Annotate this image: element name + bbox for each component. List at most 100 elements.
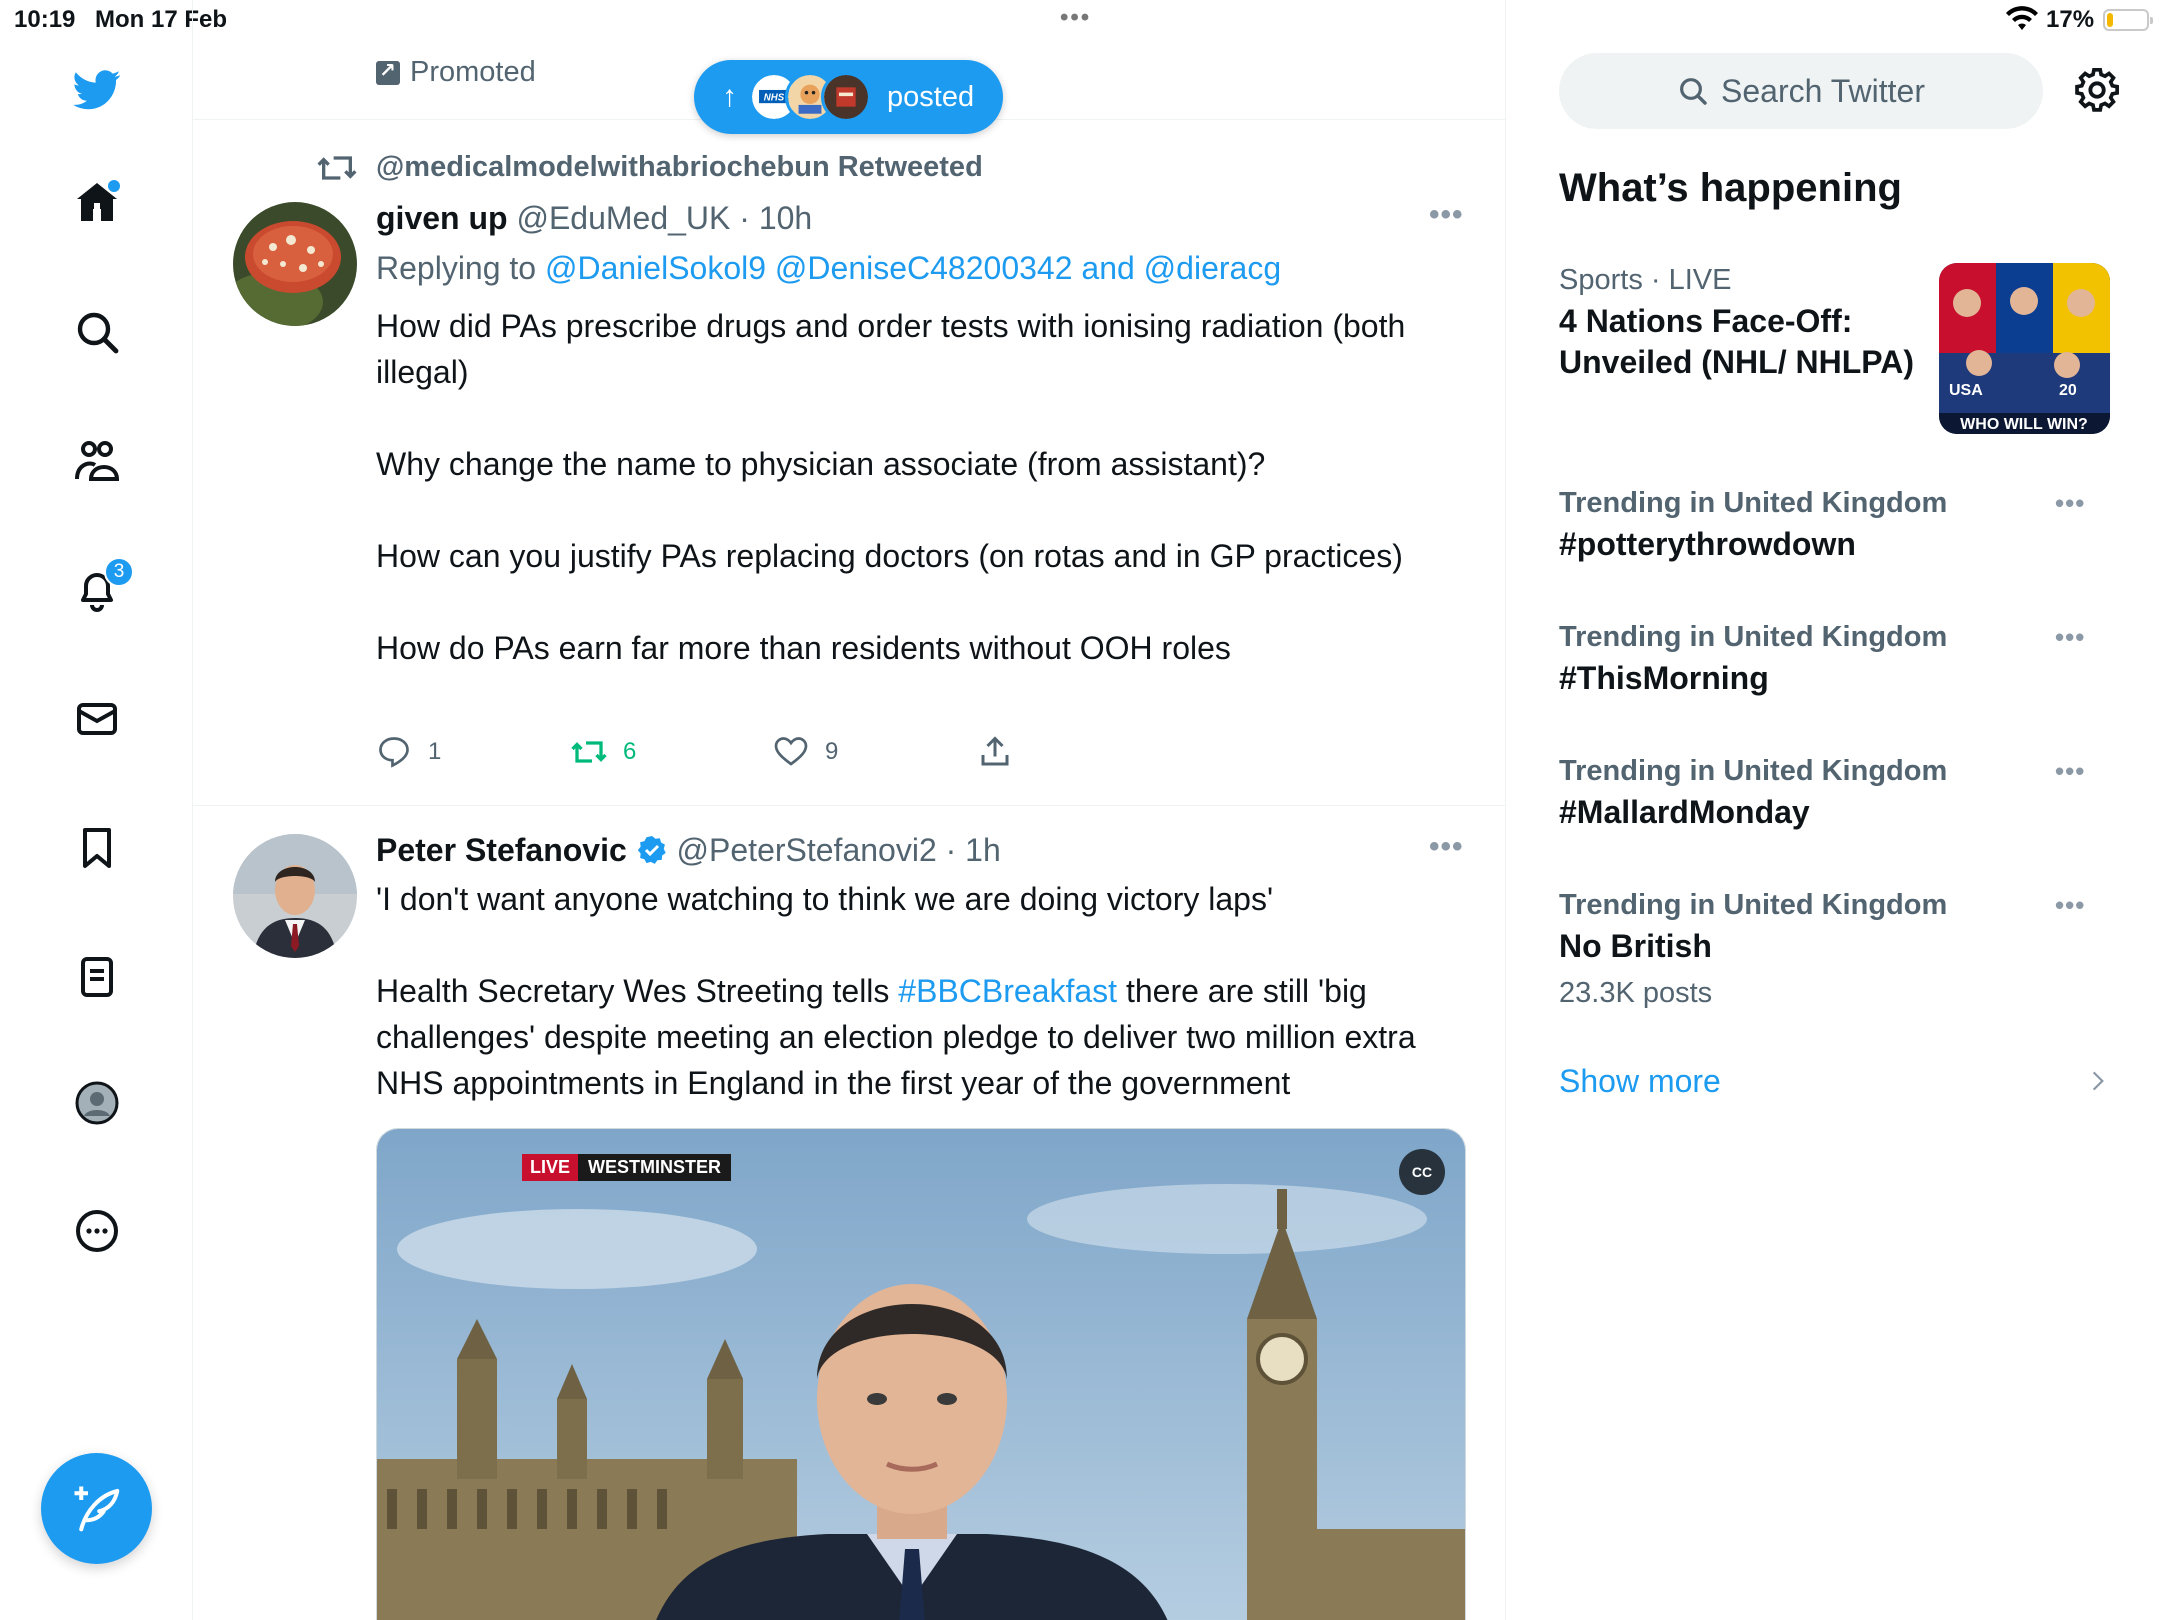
notifications-nav-button[interactable]: 3 (62, 555, 134, 625)
author-handle[interactable]: @EduMed_UK (516, 200, 730, 236)
tweet-paragraph: Why change the name to physician associa… (376, 446, 1266, 482)
tweet-more-button[interactable]: ••• (1429, 198, 1464, 232)
thumbnail-caption: WHO WILL WIN? (1960, 416, 2088, 433)
share-icon (981, 736, 1009, 766)
trend-item[interactable]: Trending in United Kingdom #ThisMorning (1559, 621, 2109, 699)
hashtag-link[interactable]: #BBCBreakfast (898, 973, 1117, 1009)
search-icon (1680, 78, 1707, 105)
trend-title: No British (1559, 928, 1712, 964)
tweet-time[interactable]: 10h (759, 200, 812, 236)
retweet-count: 6 (623, 738, 637, 765)
trend-category-text: Trending in United Kingdom (1559, 889, 1948, 921)
svg-text:USA: USA (1949, 382, 1983, 399)
replying-to-prefix: Replying to (376, 250, 537, 286)
whats-happening-title: What’s happening (1559, 166, 1902, 210)
replying-to: Replying to @DanielSokol9 @DeniseC482003… (376, 250, 1281, 287)
avatar-given-up[interactable] (233, 202, 357, 326)
retweet-icon (317, 156, 357, 180)
mention-link[interactable]: @DeniseC48200342 (775, 250, 1073, 286)
separator: · (730, 200, 759, 236)
tweet[interactable]: @medicalmodelwithabriochebun Retweeted g… (193, 120, 1505, 805)
tweet-paragraph: Health Secretary Wes Streeting tells #BB… (376, 968, 1466, 1106)
bookmark-icon (83, 828, 111, 868)
timeline: Promoted ↑ NHS posted @medicalmodelwitha… (193, 0, 1506, 1620)
svg-text:20: 20 (2059, 382, 2077, 399)
show-more-link[interactable]: Show more (1559, 1063, 1721, 1100)
more-nav-button[interactable] (62, 1196, 132, 1266)
chevron-right-icon[interactable] (2085, 1066, 2111, 1096)
heart-icon (774, 737, 808, 766)
location-label: WESTMINSTER (578, 1154, 732, 1181)
trend-category: Trending in United Kingdom (1559, 755, 2109, 788)
tweet-header: Peter Stefanovic @PeterStefanovi2 · 1h (376, 832, 1001, 869)
home-nav-button[interactable] (62, 168, 132, 238)
mention-and[interactable]: and (1081, 250, 1134, 286)
tweet-more-button[interactable]: ••• (1429, 830, 1464, 864)
tweet-text: How did PAs prescribe drugs and order te… (376, 303, 1466, 671)
tweet-video[interactable]: LIVE WESTMINSTER CC (376, 1128, 1466, 1620)
avatar-peter-stefanovic[interactable] (233, 834, 357, 958)
trend-title: 4 Nations Face-Off: Unveiled (NHL/ NHLPA… (1559, 303, 1914, 380)
trend-more-button[interactable]: ••• (2055, 622, 2085, 653)
tweet-paragraph: How did PAs prescribe drugs and order te… (376, 308, 1406, 390)
trend-item[interactable]: Trending in United Kingdom #MallardMonda… (1559, 755, 2109, 833)
author-handle[interactable]: @PeterStefanovi2 (677, 832, 937, 868)
hockey-players-image: USA 20 WHO WILL WIN? (1939, 263, 2110, 434)
new-posts-label: posted (887, 80, 975, 113)
lists-nav-button[interactable] (62, 942, 132, 1012)
trend-post-count: 23.3K posts (1559, 977, 1713, 1009)
trend-category-text: Trending in United Kingdom (1559, 621, 1948, 653)
home-unread-dot (108, 180, 120, 192)
tweet-paragraph: 'I don't want anyone watching to think w… (376, 881, 1274, 917)
promoted-icon (376, 58, 400, 85)
twitter-logo-icon[interactable] (62, 55, 132, 125)
notifications-badge: 3 (104, 557, 134, 587)
verified-badge-icon (637, 836, 666, 864)
pill-avatar-poster (821, 72, 871, 122)
gear-icon[interactable] (2075, 68, 2121, 114)
feather-plus-icon (74, 1486, 119, 1531)
tweet-paragraph: How can you justify PAs replacing doctor… (376, 538, 1403, 574)
profile-nav-button[interactable] (62, 1068, 132, 1138)
share-button[interactable] (977, 734, 1013, 770)
mention-link[interactable]: @dieracg (1144, 250, 1281, 286)
trend-category-text: Sports (1559, 264, 1643, 296)
author-name[interactable]: given up (376, 200, 508, 236)
promoted-label: Promoted (376, 56, 536, 89)
explore-nav-button[interactable] (62, 297, 132, 367)
trend-thumbnail[interactable]: USA 20 WHO WILL WIN? (1939, 263, 2110, 434)
live-badge: LIVE WESTMINSTER (522, 1154, 732, 1181)
more-circle-icon (76, 1210, 118, 1252)
profile-avatar-icon (75, 1081, 119, 1125)
trend-category-text: Trending in United Kingdom (1559, 487, 1948, 519)
trend-more-button[interactable]: ••• (2055, 756, 2085, 787)
tweet-time[interactable]: 1h (965, 832, 1001, 868)
right-sidebar: Search Twitter What’s happening Sports ·… (1507, 0, 2160, 1620)
search-placeholder: Search Twitter (1721, 72, 1925, 109)
promoted-text: Promoted (410, 56, 536, 88)
trend-more-button[interactable]: ••• (2055, 890, 2085, 921)
trend-more-button[interactable]: ••• (2055, 488, 2085, 519)
communities-nav-button[interactable] (62, 426, 132, 496)
retweet-button[interactable]: 6 (571, 734, 636, 770)
search-icon (77, 312, 119, 354)
author-name[interactable]: Peter Stefanovic (376, 832, 627, 868)
mention-link[interactable]: @DanielSokol9 (545, 250, 766, 286)
compose-tweet-button[interactable] (41, 1453, 152, 1564)
search-input[interactable]: Search Twitter (1559, 53, 2043, 129)
retweeted-by[interactable]: @medicalmodelwithabriochebun Retweeted (376, 151, 983, 184)
messages-nav-button[interactable] (62, 684, 132, 754)
trend-category-text: Trending in United Kingdom (1559, 755, 1948, 787)
trend-title: #ThisMorning (1559, 660, 1769, 696)
trend-item[interactable]: Sports · LIVE 4 Nations Face-Off: Unveil… (1559, 264, 1939, 383)
bookmarks-nav-button[interactable] (62, 813, 132, 883)
mail-icon (77, 703, 117, 735)
trend-item[interactable]: Trending in United Kingdom #potterythrow… (1559, 487, 2109, 565)
live-label: LIVE (522, 1154, 579, 1181)
trend-item[interactable]: Trending in United Kingdom No British 23… (1559, 889, 2109, 1010)
closed-captions-button[interactable]: CC (1399, 1149, 1445, 1195)
like-button[interactable]: 9 (773, 734, 838, 770)
trend-category: Trending in United Kingdom (1559, 889, 2109, 922)
reply-button[interactable]: 1 (376, 734, 441, 770)
trend-live: · LIVE (1642, 264, 1732, 296)
